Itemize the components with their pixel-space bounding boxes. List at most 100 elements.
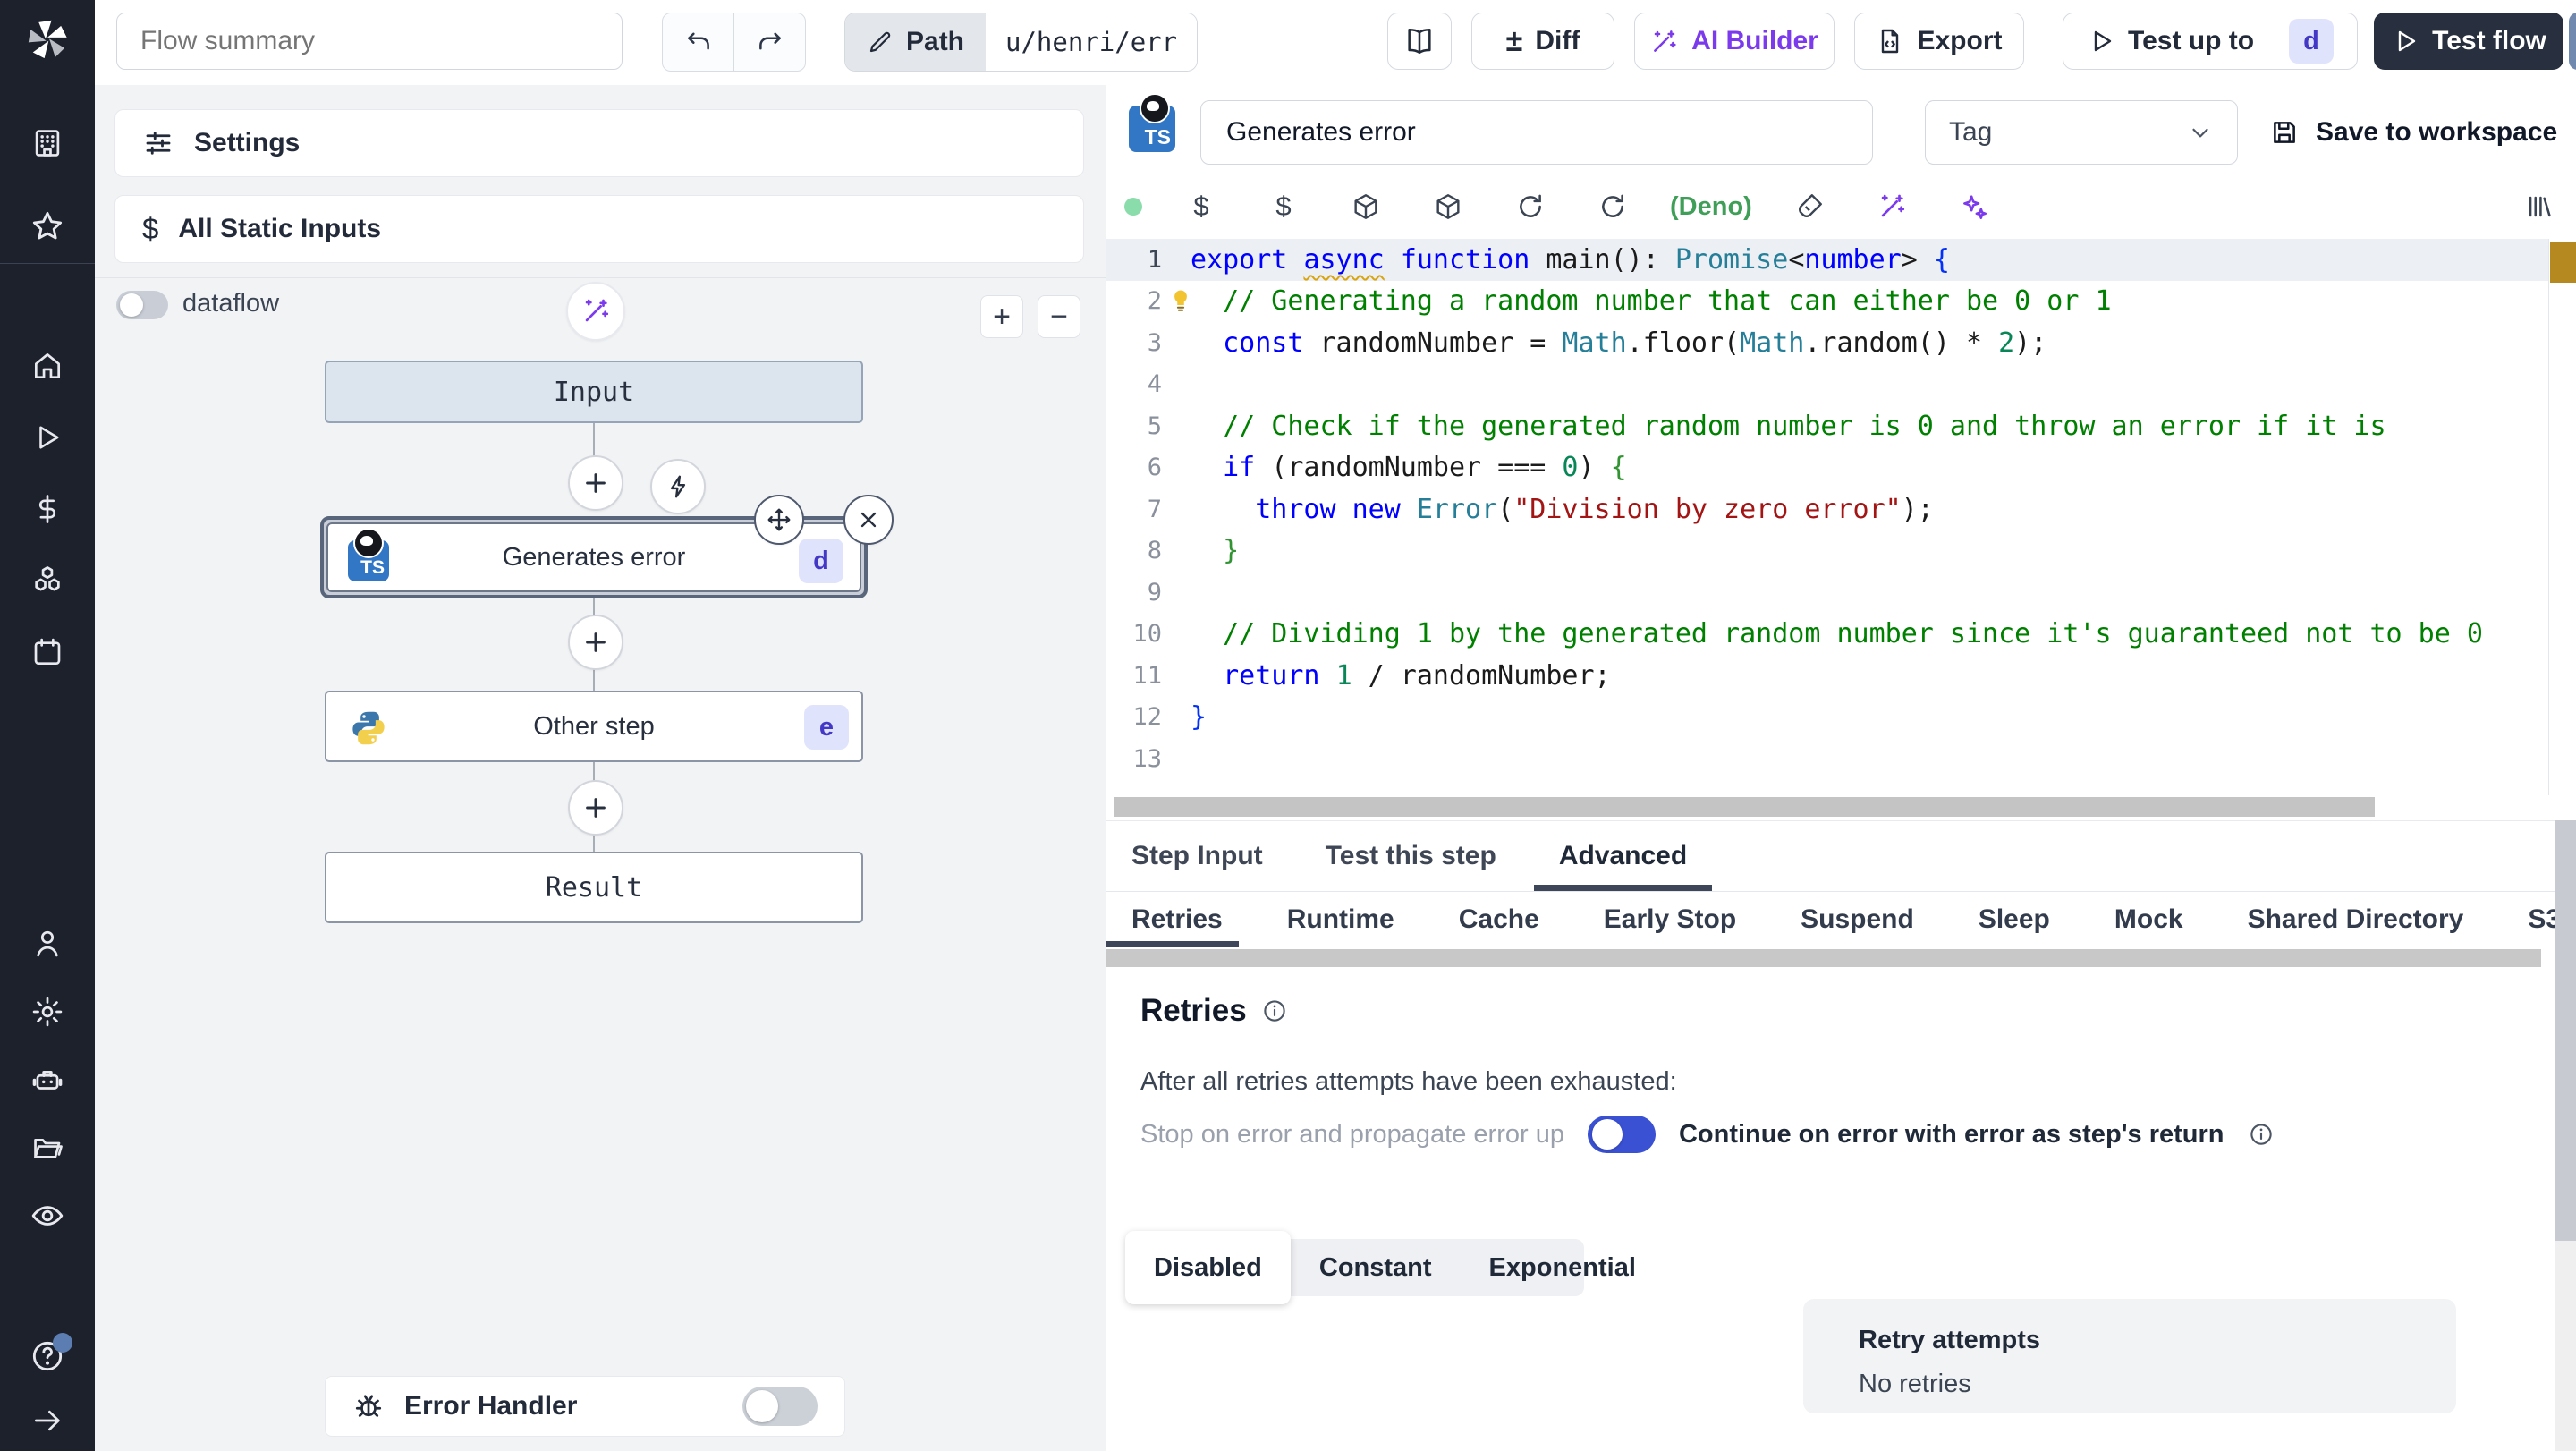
favorites-star-icon[interactable] — [30, 208, 65, 244]
home-icon[interactable] — [30, 348, 65, 384]
redo-button[interactable] — [733, 13, 805, 71]
tab-advanced[interactable]: Advanced — [1533, 821, 1713, 891]
retry-strategy-segmented: Disabled Constant Exponential — [1125, 1231, 1636, 1304]
editor-overview-ruler[interactable] — [2548, 239, 2576, 795]
info-icon[interactable] — [2248, 1121, 2275, 1148]
users-icon[interactable] — [30, 926, 65, 962]
code-line[interactable]: 4 — [1106, 364, 2548, 406]
move-step-button[interactable] — [754, 495, 804, 545]
reload-button[interactable] — [1572, 191, 1654, 222]
subtab-cache[interactable]: Cache — [1459, 892, 1539, 947]
retry-strategy-exponential[interactable]: Exponential — [1461, 1239, 1665, 1296]
variables-dollar-button[interactable]: $ — [1160, 191, 1242, 223]
overflow-button-edge[interactable] — [2569, 13, 2576, 70]
tabs-horizontal-scrollbar[interactable] — [1106, 949, 2541, 967]
package-button[interactable] — [1407, 191, 1489, 222]
flow-settings-button[interactable]: Settings — [114, 109, 1084, 177]
stop-on-error-label[interactable]: Stop on error and propagate error up — [1140, 1120, 1564, 1150]
code-line[interactable]: 11 return 1 / randomNumber; — [1106, 655, 2548, 697]
diff-button[interactable]: ± Diff — [1471, 13, 1614, 70]
code-line[interactable]: 13 — [1106, 738, 2548, 780]
test-up-to-button[interactable]: Test up to d — [2063, 13, 2358, 70]
code-line[interactable]: 3 const randomNumber = Math.floor(Math.r… — [1106, 322, 2548, 364]
flow-summary-input[interactable] — [116, 13, 623, 70]
runs-play-icon[interactable] — [30, 420, 65, 455]
undo-button[interactable] — [663, 13, 733, 71]
wand-icon — [1654, 30, 1676, 52]
variables-dollar-icon[interactable] — [30, 491, 65, 527]
resources-dollar-button[interactable]: $ — [1242, 191, 1325, 223]
code-line[interactable]: 12} — [1106, 697, 2548, 739]
windmill-logo-icon[interactable] — [24, 16, 71, 63]
book-icon — [1408, 28, 1431, 55]
help-icon[interactable] — [30, 1333, 72, 1374]
info-icon[interactable] — [1261, 997, 1288, 1024]
ai-builder-button[interactable]: AI Builder — [1634, 13, 1835, 70]
code-line[interactable]: 7 throw new Error("Division by zero erro… — [1106, 488, 2548, 530]
subtab-shared-directory[interactable]: Shared Directory — [2248, 892, 2464, 947]
zoom-in-button[interactable]: + — [980, 295, 1023, 338]
collapse-arrow-right-icon[interactable] — [30, 1403, 65, 1438]
add-step-button[interactable] — [568, 615, 623, 670]
error-handler-toggle[interactable] — [742, 1387, 818, 1426]
package-button[interactable] — [1325, 191, 1407, 222]
code-line[interactable]: 10 // Dividing 1 by the generated random… — [1106, 614, 2548, 656]
subtab-sleep[interactable]: Sleep — [1979, 892, 2050, 947]
docs-button[interactable] — [1387, 13, 1452, 70]
static-inputs-button[interactable]: $ All Static Inputs — [114, 195, 1084, 263]
flow-node-result[interactable]: Result — [325, 852, 863, 923]
retry-strategy-disabled[interactable]: Disabled — [1125, 1231, 1291, 1304]
path-value[interactable]: u/henri/err — [986, 13, 1198, 71]
tab-test-this-step[interactable]: Test this step — [1326, 821, 1496, 891]
export-button[interactable]: Export — [1854, 13, 2024, 70]
folders-icon[interactable] — [30, 1130, 65, 1166]
panel-scrollbar-thumb[interactable] — [2555, 820, 2576, 1241]
ai-sparkles-button[interactable] — [1933, 191, 2015, 222]
trigger-bolt-button[interactable] — [650, 459, 706, 514]
format-brush-button[interactable] — [1768, 191, 1851, 222]
ai-fix-wand-button[interactable] — [1851, 191, 1933, 222]
flow-node-input[interactable]: Input — [325, 361, 863, 423]
step-name-input[interactable] — [1200, 100, 1873, 165]
lightbulb-icon[interactable] — [1167, 287, 1194, 314]
runtime-label[interactable]: (Deno) — [1654, 192, 1768, 222]
code-line[interactable]: 8 } — [1106, 530, 2548, 573]
path-control[interactable]: Path u/henri/err — [844, 13, 1199, 72]
flow-ai-wand-button[interactable] — [566, 282, 625, 341]
code-line[interactable]: 5 // Check if the generated random numbe… — [1106, 405, 2548, 447]
delete-step-button[interactable] — [843, 495, 894, 545]
workers-robot-icon[interactable] — [30, 1062, 65, 1098]
subtab-runtime[interactable]: Runtime — [1287, 892, 1394, 947]
code-line[interactable]: 2 // Generating a random number that can… — [1106, 281, 2548, 323]
schedules-calendar-icon[interactable] — [30, 634, 65, 670]
audit-eye-icon[interactable] — [30, 1198, 65, 1234]
test-flow-button[interactable]: Test flow — [2374, 13, 2563, 70]
subtab-retries[interactable]: Retries — [1106, 892, 1239, 947]
code-line[interactable]: 9 — [1106, 572, 2548, 614]
editor-horizontal-scrollbar[interactable] — [1114, 797, 2375, 817]
error-handler-row[interactable]: Error Handler — [325, 1376, 845, 1437]
settings-gear-icon[interactable] — [30, 994, 65, 1030]
continue-on-error-toggle[interactable] — [1587, 1116, 1656, 1153]
add-step-button[interactable] — [568, 455, 623, 511]
dataflow-toggle[interactable] — [116, 291, 168, 319]
flow-node-other-step[interactable]: Other step e — [325, 691, 863, 762]
save-to-workspace-button[interactable]: Save to workspace — [2269, 100, 2557, 165]
code-line[interactable]: 6 if (randomNumber === 0) { — [1106, 447, 2548, 489]
undo-icon — [687, 32, 709, 50]
add-step-button[interactable] — [568, 780, 623, 836]
tag-select[interactable]: Tag — [1925, 100, 2238, 165]
workspace-building-icon[interactable] — [30, 125, 65, 161]
resources-cubes-icon[interactable] — [30, 563, 65, 598]
reload-button[interactable] — [1489, 191, 1572, 222]
zoom-out-button[interactable]: − — [1038, 295, 1080, 338]
library-button[interactable] — [2512, 191, 2566, 222]
code-line[interactable]: 1 export async function main(): Promise<n… — [1106, 239, 2548, 281]
subtab-suspend[interactable]: Suspend — [1801, 892, 1914, 947]
retry-strategy-constant[interactable]: Constant — [1291, 1239, 1461, 1296]
subtab-mock[interactable]: Mock — [2114, 892, 2183, 947]
continue-on-error-label[interactable]: Continue on error with error as step's r… — [1679, 1120, 2224, 1150]
tab-step-input[interactable]: Step Input — [1131, 821, 1263, 891]
code-editor[interactable]: 1 export async function main(): Promise<n… — [1106, 239, 2548, 795]
subtab-early-stop[interactable]: Early Stop — [1604, 892, 1736, 947]
